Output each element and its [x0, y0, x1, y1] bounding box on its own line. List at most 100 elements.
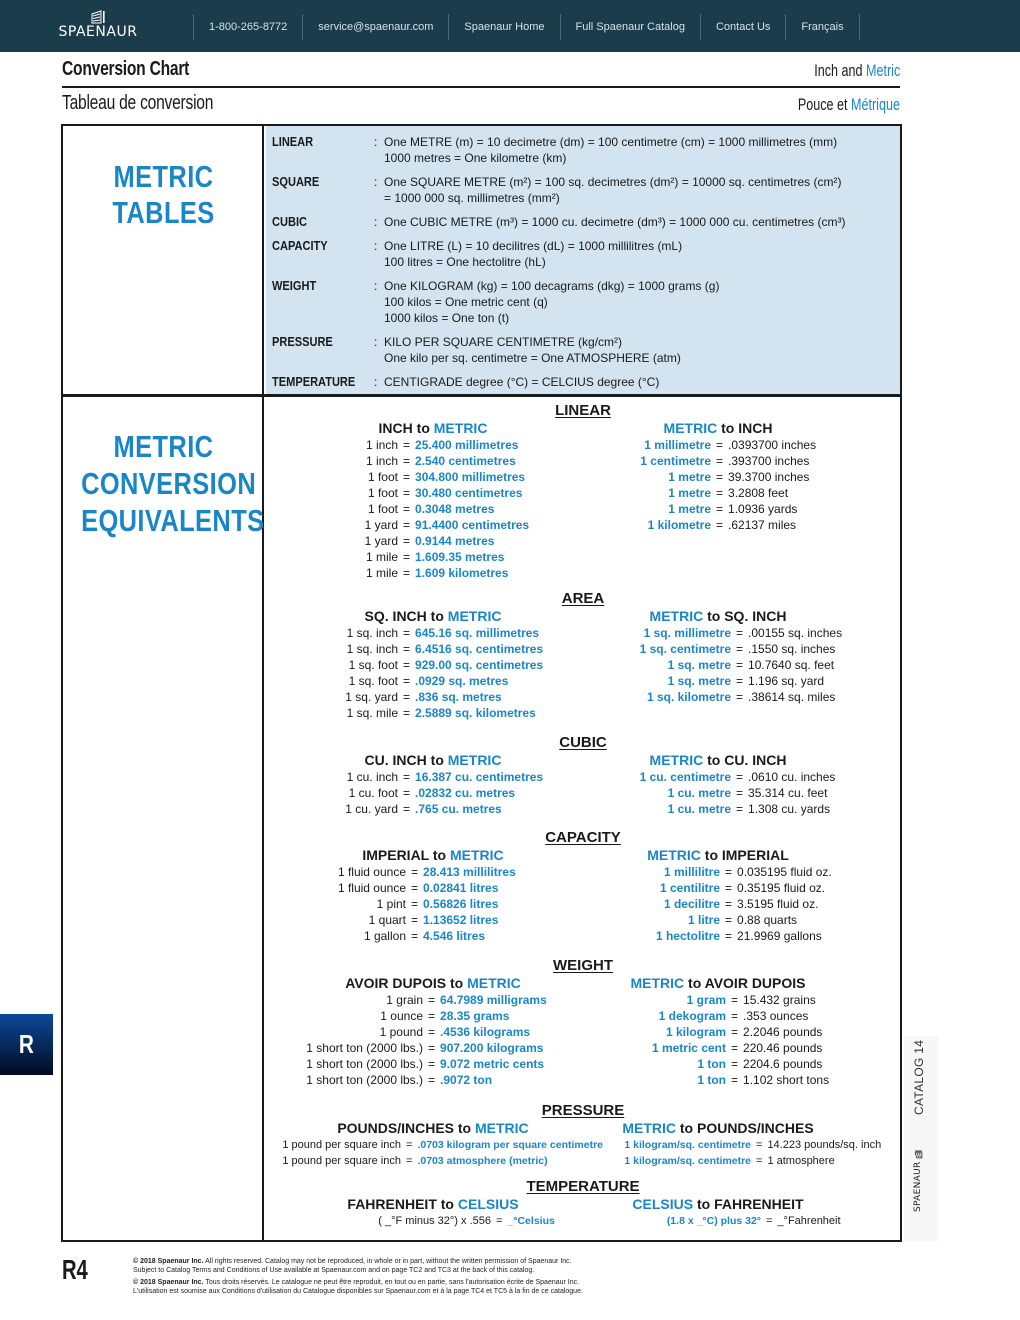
- conversion-from: 1 millilitre: [663, 865, 720, 879]
- side-brand: SPAENAUR: [913, 1150, 923, 1212]
- heading-accent: CELSIUS: [457, 1196, 519, 1212]
- heading-text: to CU. INCH: [703, 752, 787, 768]
- definition-line: One SQUARE METRE (m²) = 100 sq. decimetr…: [384, 175, 842, 189]
- section-tab-r[interactable]: R: [0, 1014, 53, 1075]
- column-heading-from-metric: METRIC to SQ. INCH: [588, 608, 848, 624]
- conversion-to: 3.2808 feet: [728, 486, 789, 500]
- metric-table-label: WEIGHT: [272, 278, 317, 293]
- column-heading-to-metric: POUNDS/INCHES to METRIC: [303, 1120, 563, 1136]
- column-heading-to-metric: IMPERIAL to METRIC: [303, 847, 563, 863]
- conversion-from: 1 cu. metre: [667, 786, 731, 800]
- conversion-from: 1 fluid ounce: [337, 881, 406, 895]
- nav-email-link[interactable]: service@spaenaur.com: [302, 14, 448, 40]
- heading-accent: METRIC: [467, 975, 521, 991]
- conversion-from: 1 inch: [365, 454, 398, 468]
- conversion-from: 1 pound per square inch: [282, 1155, 401, 1167]
- conversion-from: 1 gram: [686, 993, 726, 1007]
- equals-sign: =: [403, 690, 411, 704]
- conversion-to: 0.9144 metres: [415, 534, 495, 548]
- left-label-column: [63, 126, 264, 1240]
- metric-table-definition: CENTIGRADE degree (°C) = CELCIUS degree …: [384, 374, 900, 390]
- heading-text: IMPERIAL to: [362, 847, 450, 863]
- heading-accent: METRIC: [649, 752, 704, 768]
- conversion-row: 1 pound per square inch = .0703 kilogram p…: [271, 1137, 603, 1153]
- equals-sign: =: [403, 786, 411, 800]
- heading-text: to INCH: [717, 420, 773, 436]
- conversion-from: 1 ton: [697, 1073, 726, 1087]
- spaenaur-logo[interactable]: SPAENAUR: [58, 10, 138, 44]
- conversion-to: .353 ounces: [743, 1009, 809, 1023]
- conversion-from: 1 centilitre: [659, 881, 720, 895]
- conversion-row: 1 sq. millimetre = .00155 sq. inches: [621, 625, 842, 641]
- conversion-from: 1 kilogram: [665, 1025, 726, 1039]
- heading-accent: METRIC: [622, 1120, 676, 1136]
- conversion-row: 1 metre = 3.2808 feet: [631, 485, 788, 501]
- conversion-from: 1 inch: [365, 438, 398, 452]
- subtitle-text: Inch and: [813, 61, 866, 80]
- conversion-from: 1 pint: [376, 897, 406, 911]
- conversion-row: 1 short ton (2000 lbs.) = 907.200 kilogram…: [291, 1040, 543, 1056]
- nav-phone-link[interactable]: 1-800-265-8772: [193, 14, 302, 40]
- conversion-to: .765 cu. metres: [415, 802, 502, 816]
- conversion-row: 1 litre = 0.88 quarts: [636, 912, 797, 928]
- conversion-from: 1 dekogram: [658, 1009, 726, 1023]
- conversion-row: 1 cu. foot = .02832 cu. metres: [306, 785, 515, 801]
- conversion-row: 1 quart = 1.13652 litres: [326, 912, 499, 928]
- conversion-to: 220.46 pounds: [743, 1041, 823, 1055]
- conversion-to: 1.609.35 metres: [415, 550, 505, 564]
- heading-line: EQUIVALENTS: [81, 503, 265, 538]
- conversion-to: 91.4400 centimetres: [415, 518, 530, 532]
- equals-sign: =: [406, 1139, 413, 1151]
- nav-home-link[interactable]: Spaenaur Home: [448, 14, 559, 40]
- equals-sign: =: [716, 454, 724, 468]
- conversion-from: 1 kilogram/sq. centimetre: [624, 1139, 751, 1151]
- definition-line: One CUBIC METRE (m³) = 1000 cu. decimetr…: [384, 215, 846, 229]
- equals-sign: =: [716, 502, 724, 516]
- metric-table-definition: One METRE (m) = 10 decimetre (dm) = 100 …: [384, 134, 900, 166]
- conversion-from: 1 short ton (2000 lbs.): [306, 1073, 423, 1087]
- equals-sign: =: [406, 1155, 413, 1167]
- catalog-label: CATALOG 14: [912, 1039, 926, 1115]
- nav-french-link[interactable]: Français: [785, 14, 860, 40]
- conversion-from: 1 millimetre: [644, 438, 711, 452]
- conversion-to: 2.5889 sq. kilometres: [415, 706, 536, 720]
- equals-sign: =: [403, 502, 411, 516]
- heading-line: TABLES: [112, 195, 215, 230]
- equals-sign: =: [731, 993, 739, 1007]
- conversion-from: 1 sq. kilometre: [646, 690, 731, 704]
- conversion-row: 1 grain = 64.7989 milligrams: [291, 992, 547, 1008]
- equals-sign: =: [403, 802, 411, 816]
- conversion-to: 1.308 cu. yards: [748, 802, 831, 816]
- conversion-from: 1 sq. mile: [346, 706, 398, 720]
- conversion-from: 1 metre: [668, 502, 711, 516]
- conversion-to: 304.800 millimetres: [415, 470, 526, 484]
- conversion-row: 1 millilitre = 0.035195 fluid oz.: [636, 864, 832, 880]
- conversion-to: 0.035195 fluid oz.: [737, 865, 832, 879]
- legal-notice: © 2018 Spaenaur Inc. All rights reserved…: [133, 1257, 613, 1299]
- conversion-to: 30.480 centimetres: [415, 486, 523, 500]
- equals-sign: =: [716, 470, 724, 484]
- conversion-to: .00155 sq. inches: [748, 626, 843, 640]
- conversion-from: 1 sq. inch: [346, 626, 398, 640]
- heading-accent: CELSIUS: [632, 1196, 694, 1212]
- conversion-row: 1 sq. foot = .0929 sq. metres: [306, 673, 509, 689]
- column-heading-to-metric: SQ. INCH to METRIC: [303, 608, 563, 624]
- section-title-temperature: TEMPERATURE: [526, 1178, 640, 1195]
- conversion-from: (1.8 x _°C) plus 32°: [666, 1215, 761, 1227]
- nav-contact-link[interactable]: Contact Us: [699, 14, 785, 40]
- title-divider: [62, 86, 900, 88]
- conversion-row: 1 gallon = 4.546 litres: [326, 928, 485, 944]
- conversion-row: 1 metric cent = 220.46 pounds: [631, 1040, 822, 1056]
- nav-catalog-link[interactable]: Full Spaenaur Catalog: [559, 14, 700, 40]
- conversion-to: 64.7989 milligrams: [440, 993, 547, 1007]
- equals-sign: =: [725, 865, 733, 879]
- conversion-row: 1 ton = 1.102 short tons: [631, 1072, 829, 1088]
- colon-separator: :: [374, 239, 378, 253]
- equals-sign: =: [736, 658, 744, 672]
- conversion-to: 1.196 sq. yard: [748, 674, 825, 688]
- definition-line: 100 litres = One hectolitre (hL): [384, 255, 546, 269]
- definition-line: One LITRE (L) = 10 decilitres (dL) = 100…: [384, 239, 683, 253]
- heading-text: to AVOIR DUPOIS: [684, 975, 806, 991]
- conversion-row: 1 foot = 304.800 millimetres: [338, 469, 525, 485]
- page-title: Conversion Chart: [62, 58, 190, 80]
